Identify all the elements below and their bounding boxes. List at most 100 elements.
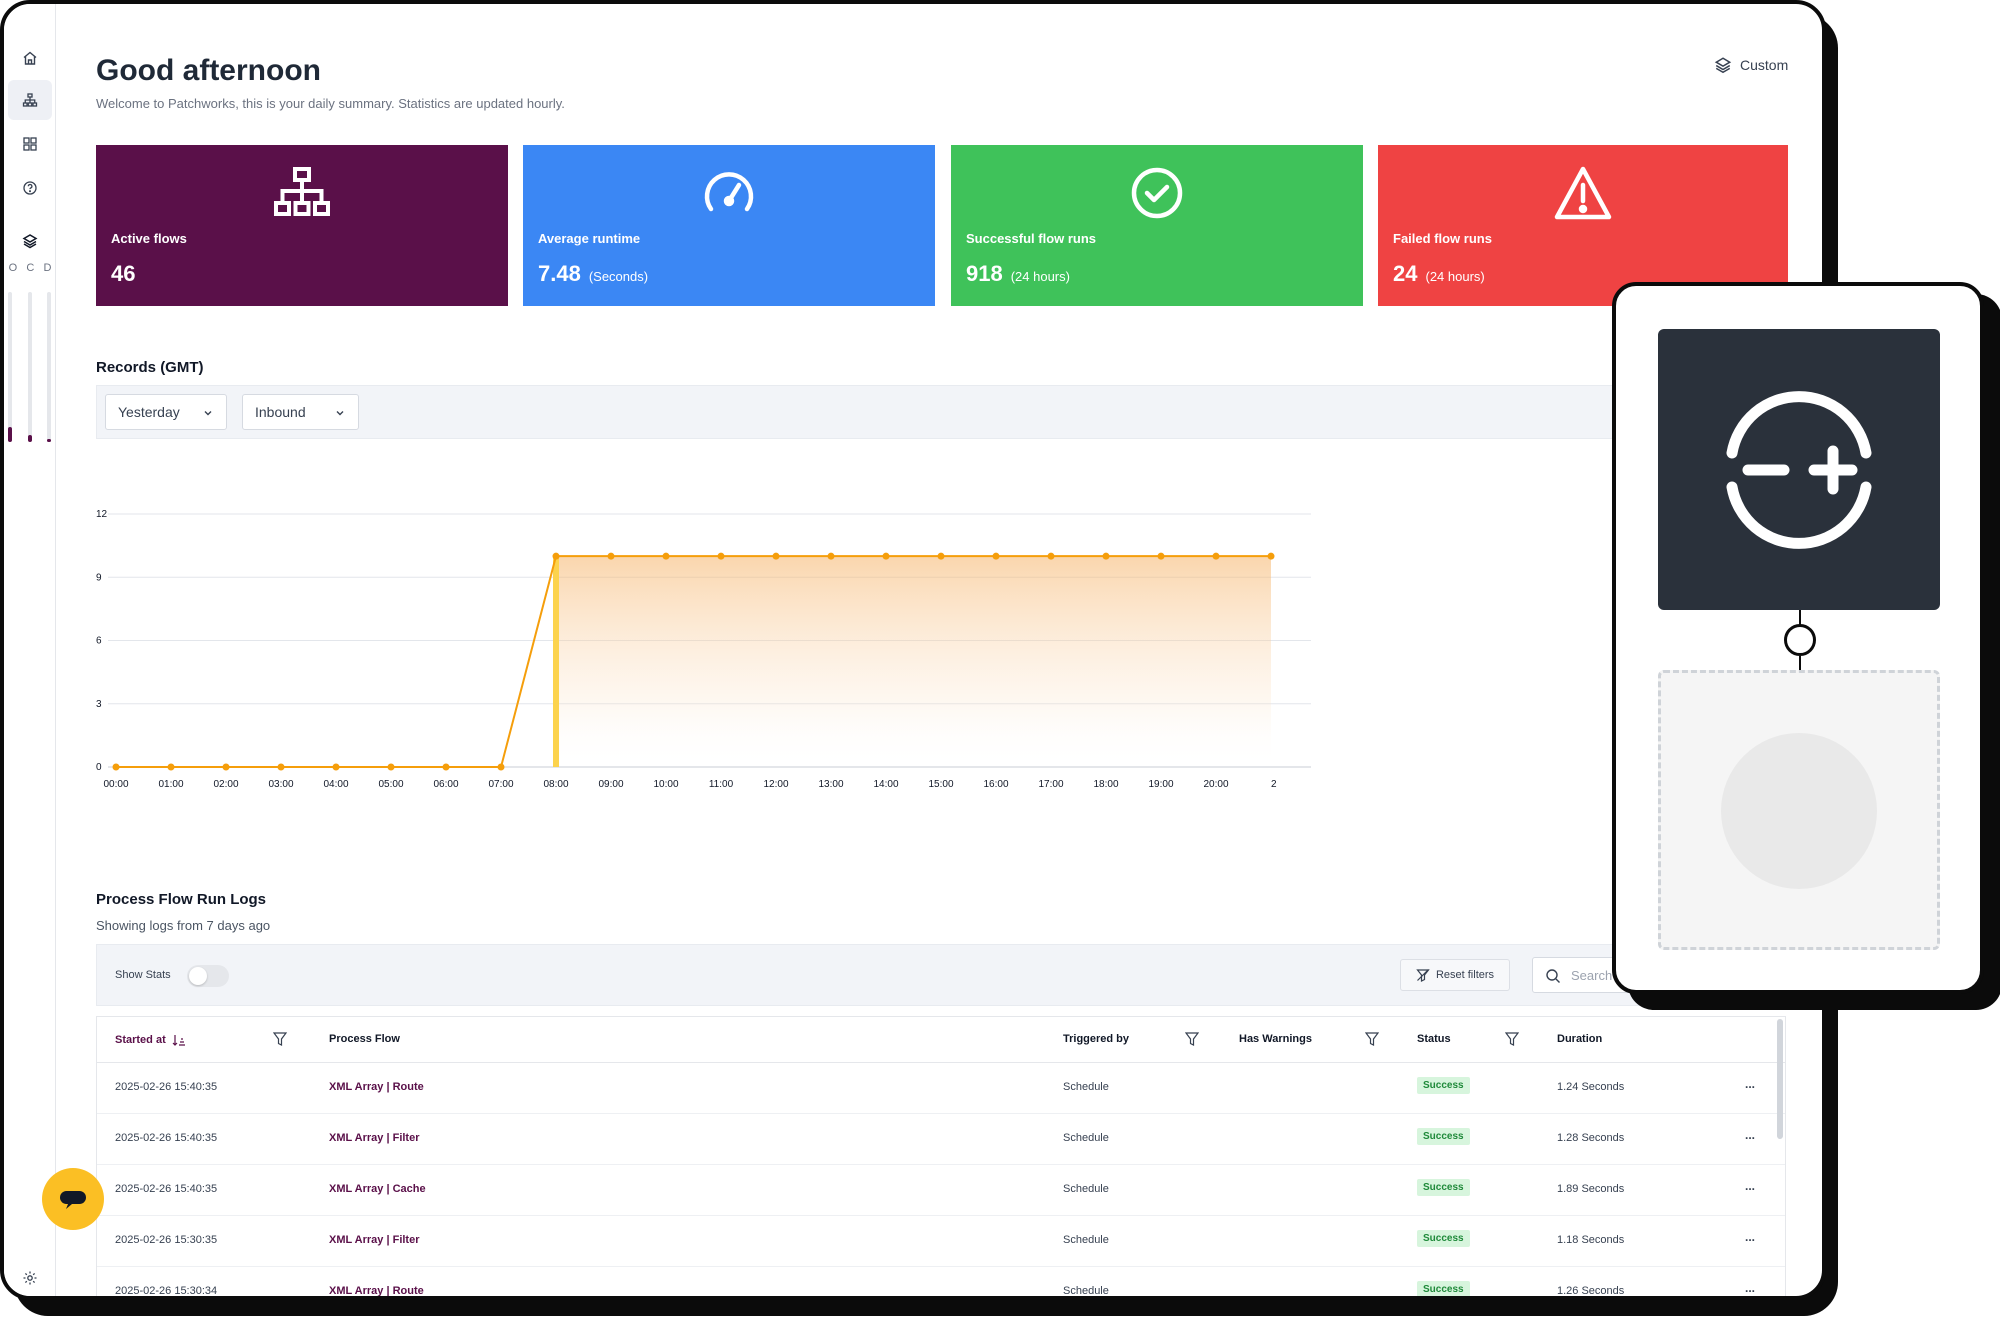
logs-table: Started at Process Flow Triggered by Has… [96, 1016, 1786, 1296]
stat-card-active-flows[interactable]: Active flows 46 [96, 145, 508, 306]
stat-value-row: 918 (24 hours) [966, 261, 1070, 287]
column-label: Status [1417, 1033, 1451, 1045]
chart-point[interactable] [937, 552, 945, 560]
chart-point[interactable] [1157, 552, 1165, 560]
stat-value: 46 [111, 261, 136, 286]
chart-point[interactable] [882, 552, 890, 560]
chart-x-tick-label: 20:00 [1203, 779, 1228, 790]
logs-subtitle: Showing logs from 7 days ago [96, 918, 271, 933]
cell-process-flow[interactable]: XML Array | Route [329, 1285, 424, 1296]
filter-icon[interactable] [1185, 1031, 1199, 1047]
chart-y-tick-label: 3 [96, 699, 102, 710]
chart-x-axis: 00:00 01:00 02:00 03:00 04:00 05:00 06:00 07:00… [103, 779, 1277, 790]
chart-y-tick-label: 9 [96, 572, 102, 583]
chart-point[interactable] [497, 763, 505, 771]
table-row[interactable]: 2025-02-26 15:40:35 XML Array | Route Sc… [97, 1063, 1785, 1114]
table-row[interactable]: 2025-02-26 15:30:35 XML Array | Filter S… [97, 1216, 1785, 1267]
app-tile[interactable] [1658, 329, 1940, 610]
stat-label: Average runtime [538, 231, 641, 246]
custom-button-label: Custom [1740, 57, 1789, 73]
cell-process-flow[interactable]: XML Array | Filter [329, 1234, 420, 1246]
stat-unit: (Seconds) [588, 269, 649, 284]
help-icon[interactable] [16, 174, 44, 202]
chart-point[interactable] [1102, 552, 1110, 560]
search-icon [1546, 969, 1560, 983]
cell-duration: 1.28 Seconds [1557, 1132, 1625, 1144]
sitemap-icon[interactable] [8, 80, 52, 120]
chart-point[interactable] [1267, 552, 1275, 560]
column-duration[interactable]: Duration [1557, 1033, 1602, 1045]
column-started-at[interactable]: Started at [115, 1033, 186, 1047]
status-badge: Success [1417, 1077, 1470, 1094]
chart-point[interactable] [387, 763, 395, 771]
page-subtitle: Welcome to Patchworks, this is your dail… [96, 96, 565, 111]
chart-point[interactable] [112, 763, 120, 771]
chart-x-tick-label: 17:00 [1038, 779, 1063, 790]
chart-y-tick-label: 12 [96, 509, 108, 520]
row-more-button[interactable]: ... [1745, 1128, 1755, 1142]
status-badge: Success [1417, 1230, 1470, 1247]
cell-triggered-by: Schedule [1063, 1132, 1109, 1144]
table-row[interactable]: 2025-02-26 15:40:35 XML Array | Cache Sc… [97, 1165, 1785, 1216]
direction-select[interactable]: Inbound [242, 394, 359, 430]
chart-point[interactable] [827, 552, 835, 560]
home-icon[interactable] [16, 44, 44, 72]
filter-icon[interactable] [1365, 1031, 1379, 1047]
chart-point[interactable] [717, 552, 725, 560]
chart-point[interactable] [1212, 552, 1220, 560]
cell-started-at: 2025-02-26 15:40:35 [115, 1132, 218, 1144]
chart-point[interactable] [332, 763, 340, 771]
chart-point[interactable] [277, 763, 285, 771]
column-has-warnings[interactable]: Has Warnings [1239, 1033, 1312, 1045]
stat-card-successful-runs[interactable]: Successful flow runs 918 (24 hours) [951, 145, 1363, 306]
grid-icon[interactable] [16, 130, 44, 158]
chart-point[interactable] [1047, 552, 1055, 560]
chart-point[interactable] [992, 552, 1000, 560]
filter-icon[interactable] [273, 1031, 287, 1047]
table-scrollbar[interactable] [1777, 1019, 1783, 1139]
chat-button[interactable] [42, 1168, 104, 1230]
chart-point[interactable] [772, 552, 780, 560]
reset-filters-button[interactable]: Reset filters [1400, 959, 1510, 991]
column-triggered-by[interactable]: Triggered by [1063, 1033, 1129, 1045]
table-row[interactable]: 2025-02-26 15:30:34 XML Array | Route Sc… [97, 1267, 1785, 1296]
row-more-button[interactable]: ... [1745, 1077, 1755, 1091]
chart-x-tick-label: 10:00 [653, 779, 678, 790]
chart-point[interactable] [167, 763, 175, 771]
cell-process-flow[interactable]: XML Array | Route [329, 1081, 424, 1093]
row-more-button[interactable]: ... [1745, 1230, 1755, 1244]
layers-icon[interactable] [16, 227, 44, 255]
row-more-button[interactable]: ... [1745, 1179, 1755, 1193]
show-stats-toggle[interactable] [187, 965, 229, 987]
records-filter-bar: Yesterday Inbound [96, 385, 1786, 439]
chat-icon [60, 1191, 86, 1209]
row-more-button[interactable]: ... [1745, 1281, 1755, 1295]
overlay-card [1612, 282, 1984, 994]
gear-icon[interactable] [22, 1270, 38, 1286]
status-badge: Success [1417, 1128, 1470, 1145]
chart-point[interactable] [222, 763, 230, 771]
sidebar-level-fill [47, 439, 51, 442]
custom-button[interactable]: Custom [1714, 56, 1788, 74]
show-stats-label: Show Stats [115, 969, 171, 981]
cell-process-flow[interactable]: XML Array | Filter [329, 1132, 420, 1144]
chart-point[interactable] [607, 552, 615, 560]
records-chart: 0 3 6 9 12 00:00 01:00 02:00 03:00 04:00 05:00 06:… [96, 509, 1311, 790]
sidebar-level-fill [8, 427, 12, 442]
sidebar: O C D [4, 4, 56, 1296]
column-label: Duration [1557, 1033, 1603, 1045]
cell-triggered-by: Schedule [1063, 1183, 1109, 1195]
column-process-flow[interactable]: Process Flow [329, 1033, 400, 1045]
chart-point[interactable] [662, 552, 670, 560]
cell-process-flow[interactable]: XML Array | Cache [329, 1183, 426, 1195]
filter-icon[interactable] [1505, 1031, 1519, 1047]
table-row[interactable]: 2025-02-26 15:40:35 XML Array | Filter S… [97, 1114, 1785, 1165]
chart-point[interactable] [552, 552, 560, 560]
chart-point[interactable] [442, 763, 450, 771]
period-select[interactable]: Yesterday [105, 394, 227, 430]
chart-x-tick-label: 01:00 [158, 779, 183, 790]
stat-card-average-runtime[interactable]: Average runtime 7.48 (Seconds) [523, 145, 935, 306]
empty-drop-slot[interactable] [1658, 670, 1940, 950]
column-status[interactable]: Status [1417, 1033, 1451, 1045]
connector-node[interactable] [1784, 624, 1816, 656]
